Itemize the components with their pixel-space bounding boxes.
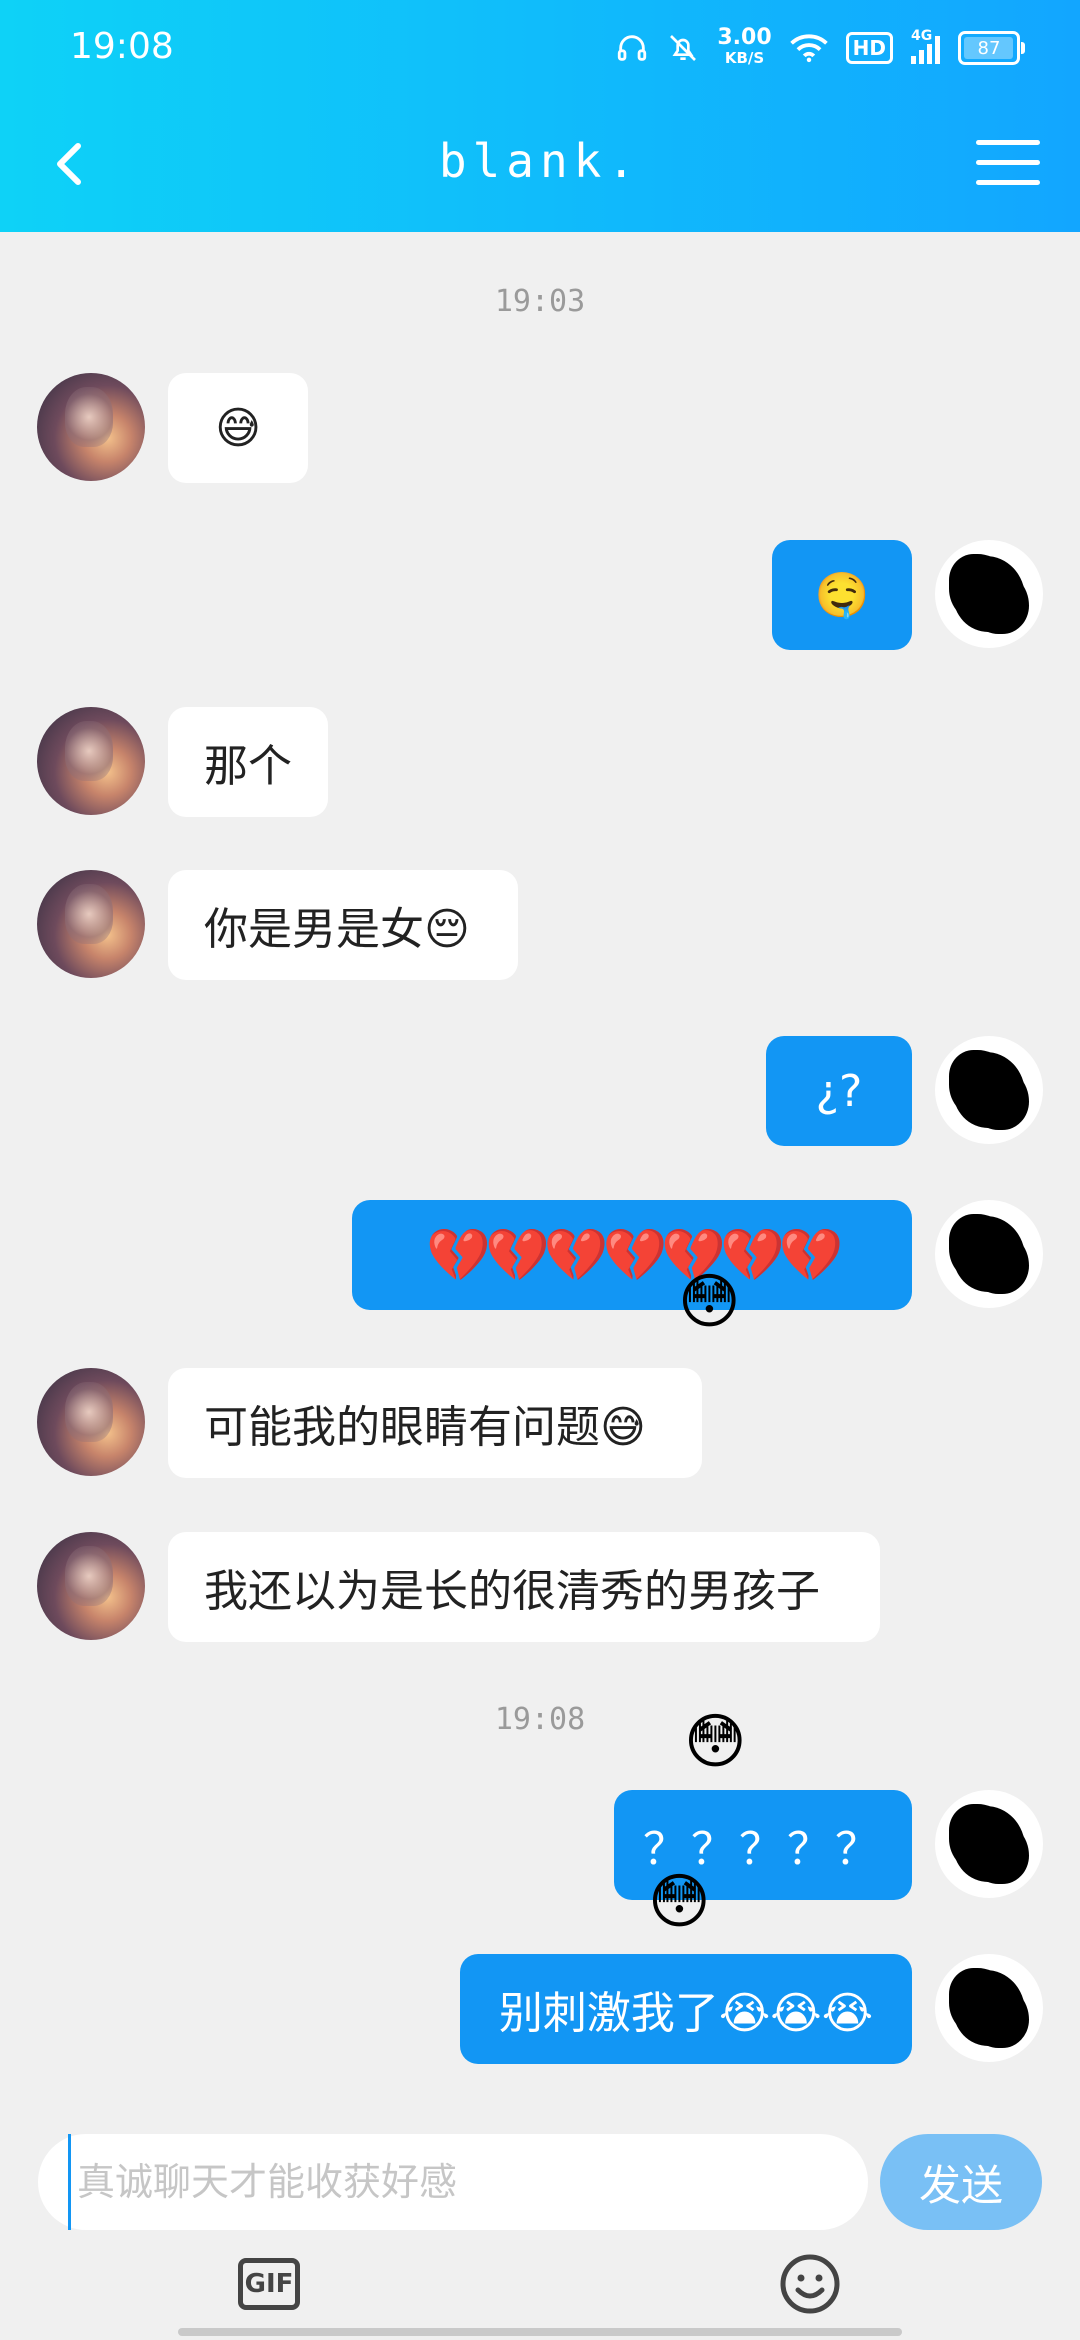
- message-bubble-received[interactable]: 可能我的眼睛有问题😅: [168, 1368, 702, 1478]
- status-bar: 19:08 3.00 KB/S HD 4G 87: [0, 0, 1080, 96]
- menu-button[interactable]: [976, 140, 1040, 188]
- chat-title: blank.: [438, 134, 642, 188]
- hamburger-menu-icon: [976, 140, 1040, 145]
- network-speed: 3.00 KB/S: [717, 25, 772, 68]
- app-header: 19:08 3.00 KB/S HD 4G 87 blank.: [0, 0, 1080, 232]
- smiley-icon: [780, 2254, 840, 2314]
- home-indicator[interactable]: [178, 2328, 902, 2336]
- send-button[interactable]: 发送: [880, 2134, 1042, 2230]
- flushed-emoji-decoration: 😳: [678, 1267, 741, 1337]
- avatar-other[interactable]: [37, 707, 145, 815]
- avatar-other[interactable]: [37, 870, 145, 978]
- message-bubble-sent[interactable]: 🤤: [772, 540, 912, 650]
- message-bubble-received[interactable]: 那个: [168, 707, 328, 817]
- avatar-self[interactable]: [935, 540, 1043, 648]
- chat-area[interactable]: 19:03 😅 🤤 那个 你是男是女😔 ¿? 💔💔💔💔💔💔💔 😳 可能我的眼睛有…: [0, 232, 1080, 2114]
- avatar-other[interactable]: [37, 373, 145, 481]
- flushed-emoji-decoration: 😳: [684, 1707, 747, 1777]
- gif-button[interactable]: GIF: [238, 2258, 300, 2310]
- nav-bar: blank.: [0, 96, 1080, 232]
- gif-icon: GIF: [244, 2269, 294, 2299]
- flushed-emoji-decoration: 😳: [648, 1867, 711, 1937]
- battery-icon: 87: [958, 31, 1025, 65]
- status-time: 19:08: [70, 26, 174, 67]
- hd-badge: HD: [845, 32, 893, 64]
- message-bubble-sent[interactable]: 别刺激我了😭😭😭: [460, 1954, 912, 2064]
- timestamp: 19:08: [494, 1702, 586, 1737]
- avatar-self[interactable]: [935, 1200, 1043, 1308]
- avatar-self[interactable]: [935, 1790, 1043, 1898]
- signal-icon: 4G: [911, 28, 940, 64]
- message-bubble-sent[interactable]: ¿?: [766, 1036, 912, 1146]
- message-bubble-received[interactable]: 我还以为是长的很清秀的男孩子: [168, 1532, 880, 1642]
- headphones-icon: [618, 35, 647, 61]
- emoji-button[interactable]: [778, 2252, 842, 2316]
- message-bubble-sent[interactable]: 💔💔💔💔💔💔💔: [352, 1200, 912, 1310]
- message-bubble-received[interactable]: 你是男是女😔: [168, 870, 518, 980]
- avatar-self[interactable]: [935, 1954, 1043, 2062]
- composer: 发送 GIF: [0, 2114, 1080, 2340]
- timestamp: 19:03: [494, 284, 586, 319]
- avatar-self[interactable]: [935, 1036, 1043, 1144]
- message-bubble-received[interactable]: 😅: [168, 373, 308, 483]
- status-icons: 3.00 KB/S HD 4G 87: [615, 24, 1025, 72]
- avatar-other[interactable]: [37, 1532, 145, 1640]
- message-input-container[interactable]: [38, 2134, 868, 2230]
- bell-off-icon: [670, 35, 697, 61]
- avatar-other[interactable]: [37, 1368, 145, 1476]
- wifi-icon: [789, 34, 828, 63]
- message-input[interactable]: [68, 2134, 848, 2230]
